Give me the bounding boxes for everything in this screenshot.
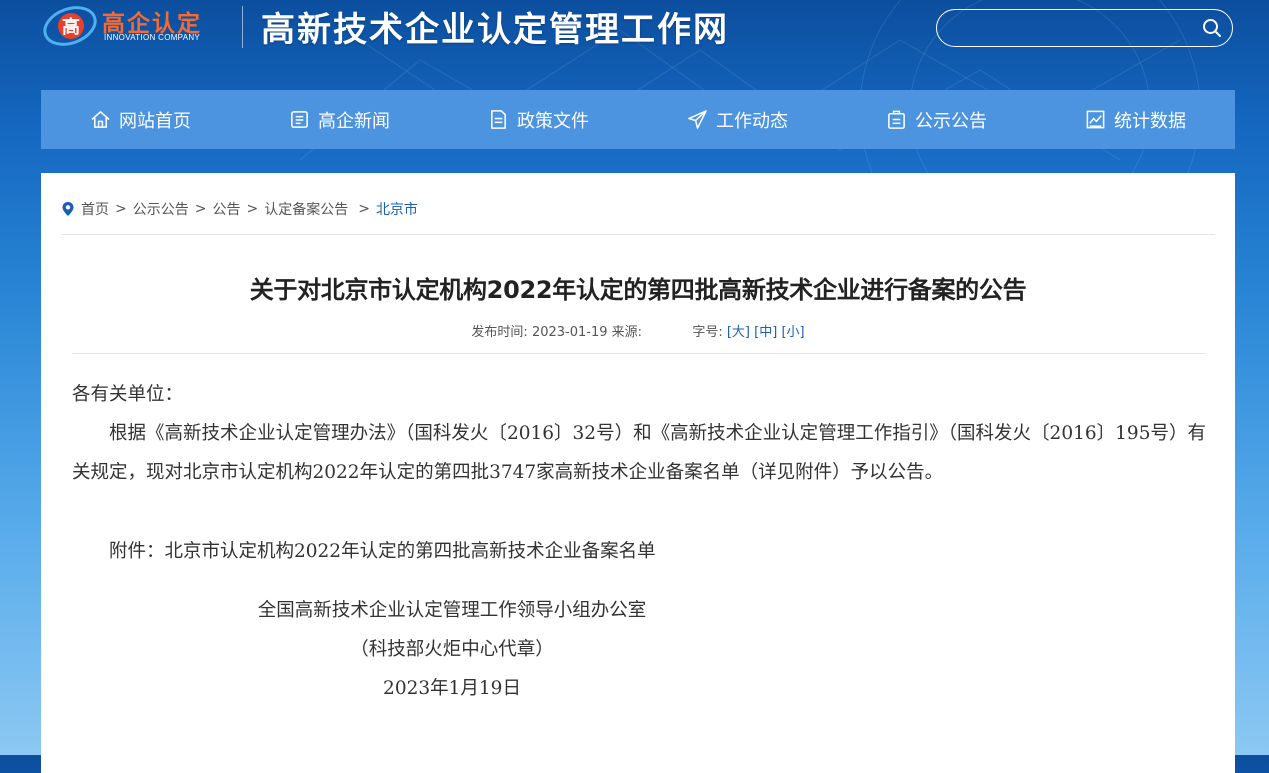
- main-nav: 网站首页 高企新闻 政策文件 工作动态 公示公告 统计数据: [41, 90, 1235, 149]
- font-size-large-button[interactable]: [大]: [727, 325, 750, 340]
- location-pin-icon: [62, 202, 74, 216]
- divider: [72, 353, 1206, 354]
- attachment-link[interactable]: 附件：北京市认定机构2022年认定的第四批高新技术企业备案名单: [72, 532, 1206, 571]
- breadcrumb-separator: >: [194, 201, 207, 217]
- breadcrumb-separator: >: [246, 201, 259, 217]
- nav-item-announcement[interactable]: 公示公告: [837, 90, 1036, 149]
- nav-label: 高企新闻: [318, 110, 390, 132]
- nav-item-work[interactable]: 工作动态: [638, 90, 837, 149]
- salutation: 各有关单位：: [72, 384, 184, 405]
- logo-subtext: INNOVATION COMPANY: [104, 33, 201, 42]
- nav-label: 统计数据: [1114, 110, 1186, 132]
- site-title: 高新技术企业认定管理工作网: [261, 10, 729, 50]
- nav-label: 网站首页: [119, 110, 191, 132]
- sign-date: 2023年1月19日: [383, 678, 521, 699]
- logo-icon: 高: [43, 6, 97, 46]
- search-input[interactable]: [953, 16, 1197, 42]
- breadcrumb: 首页 > 公示公告 > 公告 > 认定备案公告 > 北京市: [61, 199, 418, 219]
- source-label: 来源:: [611, 325, 643, 340]
- announcement-icon: [888, 110, 905, 129]
- font-size-medium-button[interactable]: [中]: [754, 325, 777, 340]
- search-box: [936, 9, 1233, 47]
- nav-label: 工作动态: [716, 110, 788, 132]
- header-divider: [242, 6, 243, 48]
- signer: 全国高新技术企业认定管理工作领导小组办公室: [257, 600, 647, 621]
- article-body: 各有关单位： 根据《高新技术企业认定管理办法》（国科发火〔2016〕32号）和《…: [72, 375, 1206, 711]
- nav-item-statistics[interactable]: 统计数据: [1036, 90, 1235, 149]
- document-icon: [491, 110, 506, 129]
- divider: [61, 234, 1215, 235]
- nav-item-news[interactable]: 高企新闻: [240, 90, 439, 149]
- breadcrumb-filing-notice[interactable]: 认定备案公告: [264, 199, 348, 219]
- news-icon: [291, 111, 308, 128]
- font-size-small-button[interactable]: [小]: [781, 325, 804, 340]
- content-panel: 首页 > 公示公告 > 公告 > 认定备案公告 > 北京市 关于对北京市认定机构…: [41, 173, 1235, 773]
- nav-item-home[interactable]: 网站首页: [41, 90, 240, 149]
- home-icon: [91, 111, 110, 128]
- body-paragraph: 根据《高新技术企业认定管理办法》（国科发火〔2016〕32号）和《高新技术企业认…: [72, 423, 1206, 483]
- publish-label: 发布时间:: [471, 325, 528, 340]
- breadcrumb-separator: >: [115, 201, 127, 217]
- nav-label: 政策文件: [517, 110, 589, 132]
- article-title: 关于对北京市认定机构2022年认定的第四批高新技术企业进行备案的公告: [249, 276, 1027, 304]
- breadcrumb-current[interactable]: 北京市: [376, 199, 418, 219]
- svg-text:高: 高: [62, 16, 80, 38]
- breadcrumb-separator: >: [358, 201, 370, 217]
- breadcrumb-announcements[interactable]: 公示公告: [133, 199, 189, 219]
- publish-date: 2023-01-19: [531, 325, 608, 340]
- search-icon[interactable]: [1202, 18, 1222, 38]
- breadcrumb-home[interactable]: 首页: [81, 199, 109, 219]
- send-icon: [688, 110, 707, 129]
- signer-note: （科技部火炬中心代章）: [350, 639, 554, 660]
- font-size-label: 字号:: [692, 325, 723, 340]
- nav-item-policy[interactable]: 政策文件: [439, 90, 638, 149]
- article-meta: 发布时间: 2023-01-19 来源: 字号: [大] [中] [小]: [41, 321, 1235, 340]
- chart-icon: [1086, 110, 1105, 129]
- breadcrumb-notice[interactable]: 公告: [212, 199, 240, 219]
- nav-label: 公示公告: [915, 110, 987, 132]
